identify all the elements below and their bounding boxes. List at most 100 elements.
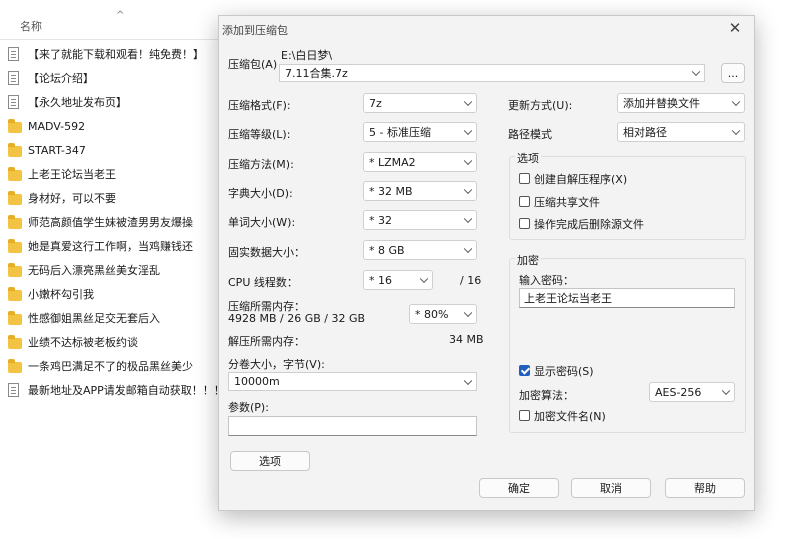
dialog-title: 添加到压缩包 bbox=[222, 24, 288, 37]
folder-icon bbox=[8, 334, 22, 349]
format-label: 压缩格式(F): bbox=[228, 99, 291, 112]
encrypt-names-label[interactable]: 加密文件名(N) bbox=[534, 408, 606, 424]
list-item[interactable]: 师范高颜值学生妹被渣男男友爆操 bbox=[8, 210, 218, 234]
dict-label: 字典大小(D): bbox=[228, 187, 293, 200]
doc-icon bbox=[8, 95, 19, 109]
show-password-label[interactable]: 显示密码(S) bbox=[534, 363, 594, 379]
list-item[interactable]: 无码后入漂亮黑丝美女淫乱 bbox=[8, 258, 218, 282]
ok-button[interactable]: 确定 bbox=[479, 478, 559, 498]
folder-icon bbox=[8, 286, 22, 301]
dict-value: * 32 MB bbox=[369, 184, 413, 198]
list-item-label: 【来了就能下载和观看！纯免费！】 bbox=[28, 48, 204, 61]
chevron-down-icon bbox=[463, 156, 473, 166]
password-input[interactable]: 上老王论坛当老王 bbox=[519, 288, 735, 308]
delete-source-checkbox[interactable] bbox=[519, 218, 530, 229]
method-label: 压缩方法(M): bbox=[228, 158, 294, 171]
list-item-label: 上老王论坛当老王 bbox=[28, 168, 116, 181]
show-password-checkbox[interactable] bbox=[519, 365, 530, 376]
list-item[interactable]: 上老王论坛当老王 bbox=[8, 162, 218, 186]
list-item-label: 她是真爱这行工作啊，当鸡赚钱还 bbox=[28, 240, 193, 253]
chevron-down-icon bbox=[721, 386, 731, 396]
cpu-select[interactable]: * 16 bbox=[363, 270, 433, 290]
level-select[interactable]: 5 - 标准压缩 bbox=[363, 122, 477, 142]
chevron-down-icon bbox=[463, 244, 473, 254]
close-icon[interactable]: ✕ bbox=[726, 19, 744, 37]
chevron-down-icon bbox=[691, 67, 701, 77]
path-mode-label: 路径模式 bbox=[508, 128, 552, 141]
dict-select[interactable]: * 32 MB bbox=[363, 181, 477, 201]
folder-icon bbox=[8, 358, 22, 373]
list-item[interactable]: 性感御姐黑丝足交无套后入 bbox=[8, 306, 218, 330]
list-item[interactable]: START-347 bbox=[8, 138, 218, 162]
mem-percent-select[interactable]: * 80% bbox=[409, 304, 477, 324]
cancel-button[interactable]: 取消 bbox=[571, 478, 651, 498]
method-select[interactable]: * LZMA2 bbox=[363, 152, 477, 172]
list-item[interactable]: 她是真爱这行工作啊，当鸡赚钱还 bbox=[8, 234, 218, 258]
list-item[interactable]: 【论坛介绍】 bbox=[8, 66, 218, 90]
solid-label: 固实数据大小： bbox=[228, 246, 305, 259]
options-button[interactable]: 选项 bbox=[230, 451, 310, 471]
level-label: 压缩等级(L): bbox=[228, 128, 291, 141]
chevron-down-icon bbox=[731, 97, 741, 107]
list-item-label: 【论坛介绍】 bbox=[28, 72, 94, 85]
word-label: 单词大小(W): bbox=[228, 216, 296, 229]
level-value: 5 - 标准压缩 bbox=[369, 126, 431, 139]
list-item[interactable]: MADV-592 bbox=[8, 114, 218, 138]
archive-name-value: 7.11合集.7z bbox=[285, 67, 348, 80]
encryption-group-title: 加密 bbox=[515, 252, 541, 268]
folder-icon bbox=[8, 142, 22, 157]
shared-label[interactable]: 压缩共享文件 bbox=[534, 194, 600, 210]
archive-name-combo[interactable]: 7.11合集.7z bbox=[279, 64, 705, 82]
enc-method-label: 加密算法： bbox=[519, 389, 574, 402]
mem-compress-value: 4928 MB / 26 GB / 32 GB bbox=[228, 312, 366, 325]
shared-checkbox[interactable] bbox=[519, 196, 530, 207]
archive-path: E:\白日梦\ bbox=[281, 49, 333, 62]
list-item[interactable]: 【永久地址发布页】 bbox=[8, 90, 218, 114]
list-item[interactable]: 小嫩杯勾引我 bbox=[8, 282, 218, 306]
options-group-title: 选项 bbox=[515, 150, 541, 166]
list-item[interactable]: 一条鸡巴满足不了的极品黑丝美少 bbox=[8, 354, 218, 378]
split-value: 10000m bbox=[234, 375, 280, 388]
mem-decompress-label: 解压所需内存： bbox=[228, 335, 305, 348]
folder-icon bbox=[8, 190, 22, 205]
folder-icon bbox=[8, 262, 22, 277]
format-select[interactable]: 7z bbox=[363, 93, 477, 113]
column-name-header[interactable]: 名称 bbox=[20, 18, 42, 34]
list-item[interactable]: 身材好，可以不要 bbox=[8, 186, 218, 210]
sort-up-icon: ^ bbox=[116, 10, 125, 21]
format-value: 7z bbox=[369, 96, 382, 110]
doc-icon bbox=[8, 383, 19, 397]
browse-button[interactable]: ... bbox=[721, 63, 745, 83]
list-item-label: 小嫩杯勾引我 bbox=[28, 288, 94, 301]
encrypt-names-checkbox[interactable] bbox=[519, 410, 530, 421]
sfx-label[interactable]: 创建自解压程序(X) bbox=[534, 171, 627, 187]
list-item[interactable]: 最新地址及APP请发邮箱自动获取！！！ bbox=[8, 378, 218, 402]
list-item-label: MADV-592 bbox=[28, 119, 86, 133]
delete-source-label[interactable]: 操作完成后删除源文件 bbox=[534, 216, 644, 232]
path-mode-select[interactable]: 相对路径 bbox=[617, 122, 745, 142]
list-item-label: 身材好，可以不要 bbox=[28, 192, 116, 205]
params-input[interactable] bbox=[228, 416, 477, 436]
word-select[interactable]: * 32 bbox=[363, 210, 477, 230]
list-item-label: 【永久地址发布页】 bbox=[28, 96, 127, 109]
enc-method-select[interactable]: AES-256 bbox=[649, 382, 735, 402]
list-item[interactable]: 业绩不达标被老板约谈 bbox=[8, 330, 218, 354]
cpu-label: CPU 线程数： bbox=[228, 276, 298, 289]
doc-icon bbox=[8, 47, 19, 61]
help-button[interactable]: 帮助 bbox=[665, 478, 745, 498]
split-size-combo[interactable]: 10000m bbox=[228, 372, 477, 391]
sfx-checkbox[interactable] bbox=[519, 173, 530, 184]
chevron-down-icon bbox=[463, 308, 473, 318]
list-item[interactable]: 【来了就能下载和观看！纯免费！】 bbox=[8, 42, 218, 66]
folder-icon bbox=[8, 238, 22, 253]
list-item-label: 业绩不达标被老板约谈 bbox=[28, 336, 138, 349]
file-explorer: 名称 ^ 【来了就能下载和观看！纯免费！】 【论坛介绍】【永久地址发布页】 MADV… bbox=[0, 0, 218, 539]
chevron-down-icon bbox=[463, 126, 473, 136]
list-item-label: START-347 bbox=[28, 143, 86, 157]
chevron-down-icon bbox=[463, 376, 473, 385]
archive-label: 压缩包(A) bbox=[228, 58, 278, 71]
mem-percent-value: * 80% bbox=[415, 307, 449, 321]
solid-select[interactable]: * 8 GB bbox=[363, 240, 477, 260]
chevron-down-icon bbox=[463, 214, 473, 224]
update-select[interactable]: 添加并替换文件 bbox=[617, 93, 745, 113]
